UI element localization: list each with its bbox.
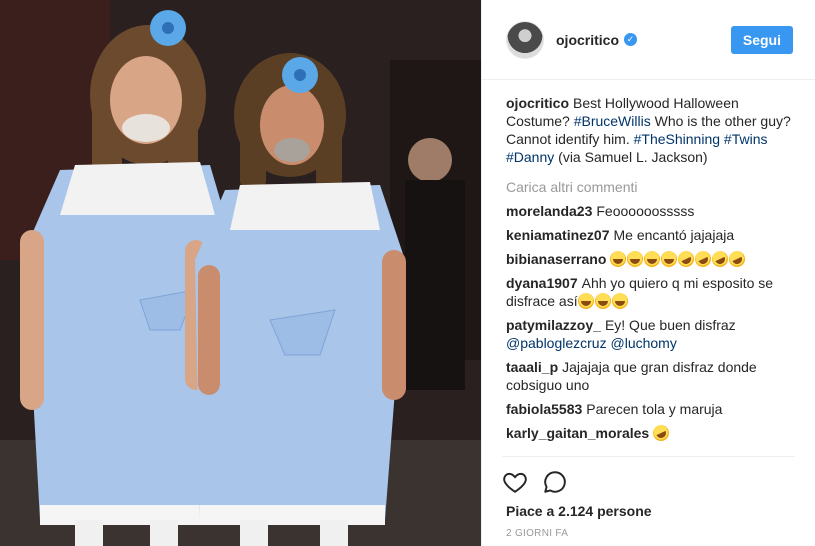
- caption-text-3: (via Samuel L. Jackson): [554, 149, 708, 165]
- load-more-comments-link[interactable]: Carica altri commenti: [506, 178, 795, 196]
- caption-username[interactable]: ojocritico: [506, 95, 569, 111]
- comment-username[interactable]: morelanda23: [506, 203, 592, 219]
- avatar[interactable]: [506, 20, 544, 59]
- rofl-emoji-icon: [650, 422, 672, 444]
- post-header: ojocritico ✓ Segui: [482, 0, 815, 80]
- author-username[interactable]: ojocritico: [556, 32, 619, 48]
- post-caption: ojocritico Best Hollywood Halloween Costu…: [506, 94, 795, 166]
- comment: morelanda23 Feoooooosssss: [506, 202, 795, 220]
- post-sidebar: ojocritico ✓ Segui ojocritico Best Hollyw…: [481, 0, 815, 546]
- like-button[interactable]: [502, 469, 528, 495]
- post-timestamp: 2 giorni fa: [506, 528, 569, 539]
- comment-text: Parecen tola y maruja: [586, 401, 723, 417]
- comment: taaali_p Jajajaja que gran disfraz donde …: [506, 358, 795, 394]
- hashtag-link[interactable]: #Danny: [506, 149, 554, 165]
- comment-button[interactable]: [542, 469, 568, 495]
- hashtag-link[interactable]: #BruceWillis: [574, 113, 651, 129]
- costume-photo-illustration: [0, 0, 481, 546]
- comments-section: ojocritico Best Hollywood Halloween Costu…: [482, 80, 815, 444]
- heart-icon: [503, 472, 527, 493]
- comment: fabiola5583 Parecen tola y maruja: [506, 400, 795, 418]
- comment: keniamatinez07 Me encantó jajajaja: [506, 226, 795, 244]
- laugh-cry-emoji-icon: [594, 293, 611, 309]
- laugh-cry-emoji-icon: [661, 251, 678, 267]
- laugh-cry-emoji-icon: [611, 293, 628, 309]
- mention-link[interactable]: @luchomy: [611, 335, 677, 351]
- comment-username[interactable]: dyana1907: [506, 275, 578, 291]
- likes-count[interactable]: Piace a 2.124 persone: [506, 503, 652, 519]
- comment-username[interactable]: bibianaserrano: [506, 251, 606, 267]
- comment-username[interactable]: karly_gaitan_morales: [506, 425, 649, 441]
- comment: bibianaserrano: [506, 248, 795, 270]
- action-bar: [502, 456, 795, 495]
- laugh-cry-emoji-icon: [610, 251, 627, 267]
- verified-badge-icon: ✓: [624, 33, 638, 46]
- comment-icon: [544, 471, 566, 493]
- laugh-cry-emoji-icon: [577, 293, 594, 309]
- comment-text: Feoooooosssss: [596, 203, 695, 219]
- instagram-post: ojocritico ✓ Segui ojocritico Best Hollyw…: [0, 0, 815, 546]
- post-photo[interactable]: [0, 0, 481, 546]
- comment-username[interactable]: taaali_p: [506, 359, 558, 375]
- follow-button[interactable]: Segui: [730, 25, 793, 54]
- comment-text: Ey! Que buen disfraz: [604, 317, 736, 333]
- comment: patymilazzoy_ Ey! Que buen disfraz @pablo…: [506, 316, 795, 352]
- laugh-cry-emoji-icon: [644, 251, 661, 267]
- comment-text: Me encantó jajajaja: [613, 227, 735, 243]
- hashtag-link[interactable]: #Twins: [724, 131, 768, 147]
- hashtag-link[interactable]: #TheShinning: [634, 131, 720, 147]
- mention-link[interactable]: @pabloglezcruz: [506, 335, 607, 351]
- rofl-emoji-icon: [726, 248, 749, 270]
- comment: dyana1907 Ahh yo quiero q mi esposito se …: [506, 274, 795, 310]
- comment: karly_gaitan_morales: [506, 422, 795, 444]
- laugh-cry-emoji-icon: [627, 251, 644, 267]
- comment-username[interactable]: fabiola5583: [506, 401, 582, 417]
- comment-username[interactable]: keniamatinez07: [506, 227, 610, 243]
- comment-username[interactable]: patymilazzoy_: [506, 317, 601, 333]
